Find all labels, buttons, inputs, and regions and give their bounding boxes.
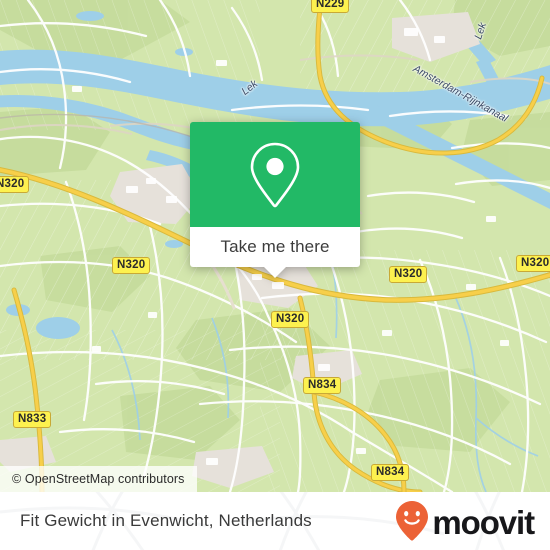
popup-header [190, 122, 360, 227]
map-attribution[interactable]: © OpenStreetMap contributors [0, 466, 197, 492]
map-viewport[interactable]: N229 N320 N320 N320 N320 N320 N834 N834 N833 Lek… [0, 0, 550, 492]
road-shield-n834: N834 [303, 377, 342, 395]
moovit-smiley-pin-icon [396, 501, 429, 541]
moovit-wordmark: moovit [432, 503, 535, 541]
attribution-text: © OpenStreetMap contributors [12, 472, 185, 486]
moovit-place-map-screenshot: N229 N320 N320 N320 N320 N320 N834 N834 N833 Lek… [0, 0, 550, 550]
road-shield-n320: N320 [112, 257, 151, 275]
road-shield-n320: N320 [271, 311, 310, 329]
road-shield-n320: N320 [516, 255, 550, 273]
moovit-logo[interactable]: moovit [395, 492, 535, 550]
bottom-info-bar: Fit Gewicht in Evenwicht, Netherlands mo… [0, 492, 550, 550]
page-title: Fit Gewicht in Evenwicht, Netherlands [20, 511, 312, 530]
road-shield-n320: N320 [389, 266, 428, 284]
place-popup-card[interactable]: Take me there [190, 122, 360, 278]
road-shield-n320: N320 [0, 176, 30, 194]
road-shield-n834: N834 [371, 464, 410, 482]
location-pin-icon [250, 142, 300, 207]
take-me-there-button[interactable]: Take me there [220, 237, 329, 257]
road-shield-n229: N229 [311, 0, 350, 14]
road-shield-n833: N833 [13, 411, 52, 429]
popup-tail-pointer [264, 267, 286, 278]
popup-footer[interactable]: Take me there [190, 227, 360, 278]
